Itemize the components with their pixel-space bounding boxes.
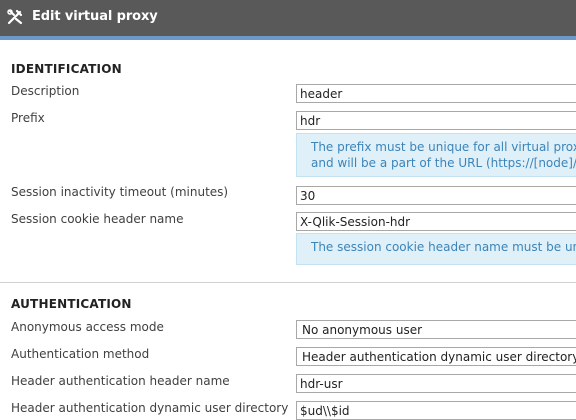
- window-title: Edit virtual proxy: [32, 9, 158, 24]
- prefix-label: Prefix: [11, 111, 45, 125]
- auth-method-select[interactable]: Header authentication dynamic user direc…: [296, 347, 576, 366]
- header-name-label: Header authentication header name: [11, 374, 230, 388]
- cookie-header-input[interactable]: X-Qlik-Session-hdr: [296, 212, 576, 231]
- prefix-info-box: The prefix must be unique for all virtua…: [296, 133, 576, 177]
- cookie-info-text: The session cookie header name must be u…: [311, 240, 576, 254]
- prefix-input[interactable]: hdr: [296, 111, 576, 130]
- identification-heading: IDENTIFICATION: [11, 62, 122, 76]
- authentication-heading: AUTHENTICATION: [11, 297, 132, 311]
- cookie-info-box: The session cookie header name must be u…: [296, 233, 576, 265]
- description-label: Description: [11, 84, 80, 98]
- section-divider: [0, 282, 576, 283]
- timeout-input[interactable]: 30: [296, 186, 576, 205]
- anonymous-access-select[interactable]: No anonymous user: [296, 320, 576, 339]
- prefix-info-line-1: The prefix must be unique for all virtua…: [311, 140, 576, 154]
- title-bar: Edit virtual proxy: [0, 0, 576, 36]
- cookie-header-label: Session cookie header name: [11, 212, 184, 226]
- dynamic-user-dir-input[interactable]: $ud\\$id: [296, 401, 576, 420]
- prefix-info-line-2: and will be a part of the URL (https://[…: [311, 156, 576, 170]
- timeout-label: Session inactivity timeout (minutes): [11, 185, 229, 199]
- anonymous-access-label: Anonymous access mode: [11, 320, 164, 334]
- auth-method-label: Authentication method: [11, 347, 150, 361]
- tools-icon: [6, 8, 24, 26]
- dynamic-user-dir-label: Header authentication dynamic user direc…: [11, 401, 289, 415]
- description-input[interactable]: header: [296, 84, 576, 103]
- header-name-input[interactable]: hdr-usr: [296, 374, 576, 393]
- title-accent-bar: [0, 36, 576, 40]
